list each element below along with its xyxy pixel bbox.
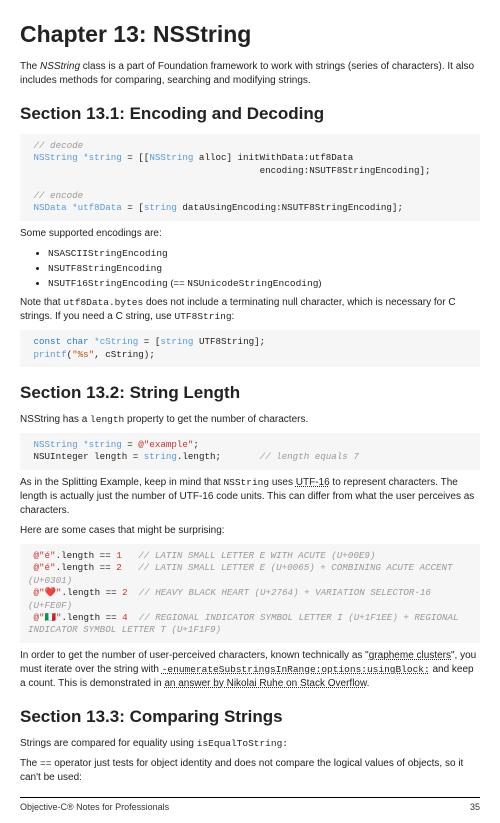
t: @"example" bbox=[138, 439, 193, 450]
t: .length == bbox=[62, 587, 123, 598]
t: : bbox=[232, 311, 235, 322]
list-item: NSASCIIStringEncoding bbox=[48, 247, 480, 260]
inline-code: isEqualToString: bbox=[197, 738, 288, 749]
inline-code: NSString bbox=[223, 477, 269, 488]
t: ; bbox=[193, 439, 199, 450]
text: class is a part of Foundation framework … bbox=[20, 61, 474, 86]
t: NSUInteger length = bbox=[28, 451, 144, 462]
t: *string bbox=[78, 152, 122, 163]
t: Strings are compared for equality using bbox=[20, 738, 197, 749]
t: NSString bbox=[28, 152, 78, 163]
t: = [ bbox=[122, 202, 144, 213]
paragraph: As in the Splitting Example, keep in min… bbox=[20, 476, 480, 518]
link[interactable]: UTF-16 bbox=[296, 477, 330, 488]
t: @"❤️" bbox=[28, 587, 62, 598]
t: UTF8String]; bbox=[193, 336, 265, 347]
t: .length == bbox=[56, 562, 117, 573]
t: @"é" bbox=[28, 562, 56, 573]
link-code[interactable]: -enumerateSubstringsInRange:options:usin… bbox=[162, 664, 430, 675]
t: string bbox=[144, 451, 177, 462]
paragraph: Here are some cases that might be surpri… bbox=[20, 524, 480, 538]
t: *string bbox=[78, 439, 122, 450]
class-name: NSString bbox=[40, 61, 80, 72]
t: ) bbox=[318, 278, 321, 289]
code-block-cstring: const char *cString = [string UTF8String… bbox=[20, 330, 480, 367]
t: operator just tests for object identity … bbox=[20, 758, 463, 783]
t: property to get the number of characters… bbox=[124, 414, 308, 425]
code-comment: // encode bbox=[28, 190, 83, 201]
link[interactable]: grapheme clusters bbox=[369, 650, 451, 661]
t: string bbox=[160, 336, 193, 347]
intro-paragraph: The NSString class is a part of Foundati… bbox=[20, 60, 480, 88]
text: The bbox=[20, 61, 40, 72]
code-block-encoding: // decode NSString *string = [[NSString … bbox=[20, 134, 480, 221]
section-1-title: Section 13.1: Encoding and Decoding bbox=[20, 102, 480, 126]
t: NSData bbox=[28, 202, 67, 213]
t: , cString); bbox=[94, 349, 155, 360]
paragraph: Some supported encodings are: bbox=[20, 227, 480, 241]
paragraph: Strings are compared for equality using … bbox=[20, 737, 480, 751]
paragraph: NSString has a length property to get th… bbox=[20, 413, 480, 427]
t: .length == bbox=[56, 550, 117, 561]
t: char bbox=[61, 336, 89, 347]
link[interactable]: an answer by Nikolai Ruhe on Stack Overf… bbox=[164, 678, 366, 689]
inline-code: utf8Data.bytes bbox=[63, 297, 143, 308]
footer-page-number: 35 bbox=[470, 801, 480, 814]
t: *utf8Data bbox=[67, 202, 122, 213]
t: In order to get the number of user-perce… bbox=[20, 650, 369, 661]
t: The bbox=[20, 758, 40, 769]
t: As in the Splitting Example, keep in min… bbox=[20, 477, 223, 488]
t: = [[ bbox=[122, 152, 150, 163]
t: (== bbox=[168, 278, 188, 289]
list-item: NSUTF8StringEncoding bbox=[48, 262, 480, 275]
t: NSUTF16StringEncoding bbox=[48, 278, 168, 289]
list-item: NSUTF16StringEncoding (== NSUnicodeStrin… bbox=[48, 277, 480, 290]
t: uses bbox=[269, 477, 296, 488]
encoding-list: NSASCIIStringEncoding NSUTF8StringEncodi… bbox=[20, 247, 480, 291]
chapter-title: Chapter 13: NSString bbox=[20, 18, 480, 50]
t: NSString bbox=[149, 152, 193, 163]
t: // length equals 7 bbox=[260, 451, 359, 462]
t: NSUnicodeStringEncoding bbox=[187, 278, 318, 289]
code-comment: // decode bbox=[28, 140, 83, 151]
footer-left: Objective-C® Notes for Professionals bbox=[20, 801, 169, 814]
paragraph: In order to get the number of user-perce… bbox=[20, 649, 480, 691]
t: = [ bbox=[138, 336, 160, 347]
section-2-title: Section 13.2: String Length bbox=[20, 381, 480, 405]
inline-code: length bbox=[90, 414, 124, 425]
t: // LATIN SMALL LETTER E WITH ACUTE (U+00… bbox=[122, 550, 376, 561]
t: alloc] initWithData:utf8Data bbox=[193, 152, 353, 163]
section-3-title: Section 13.3: Comparing Strings bbox=[20, 705, 480, 729]
t: .length == bbox=[62, 612, 123, 623]
t: "%s" bbox=[72, 349, 94, 360]
paragraph: Note that utf8Data.bytes does not includ… bbox=[20, 296, 480, 324]
inline-code: == bbox=[40, 758, 51, 769]
t: @"é" bbox=[28, 550, 56, 561]
t: NSString has a bbox=[20, 414, 90, 425]
t: const bbox=[28, 336, 61, 347]
t: NSString bbox=[28, 439, 78, 450]
t: *cString bbox=[89, 336, 139, 347]
t: . bbox=[367, 678, 370, 689]
t: dataUsingEncoding:NSUTF8StringEncoding]; bbox=[177, 202, 403, 213]
t: = bbox=[122, 439, 139, 450]
paragraph: The == operator just tests for object id… bbox=[20, 757, 480, 785]
page-footer: Objective-C® Notes for Professionals 35 bbox=[20, 797, 480, 814]
t: printf bbox=[28, 349, 67, 360]
t: string bbox=[144, 202, 177, 213]
inline-code: UTF8String bbox=[175, 311, 232, 322]
t: encoding:NSUTF8StringEncoding]; bbox=[28, 165, 431, 176]
code-block-length: NSString *string = @"example"; NSUIntege… bbox=[20, 433, 480, 470]
t: @"🇮🇹" bbox=[28, 612, 62, 623]
t: .length; bbox=[177, 451, 260, 462]
t: Note that bbox=[20, 297, 63, 308]
code-block-surprising: @"é".length == 1 // LATIN SMALL LETTER E… bbox=[20, 544, 480, 643]
